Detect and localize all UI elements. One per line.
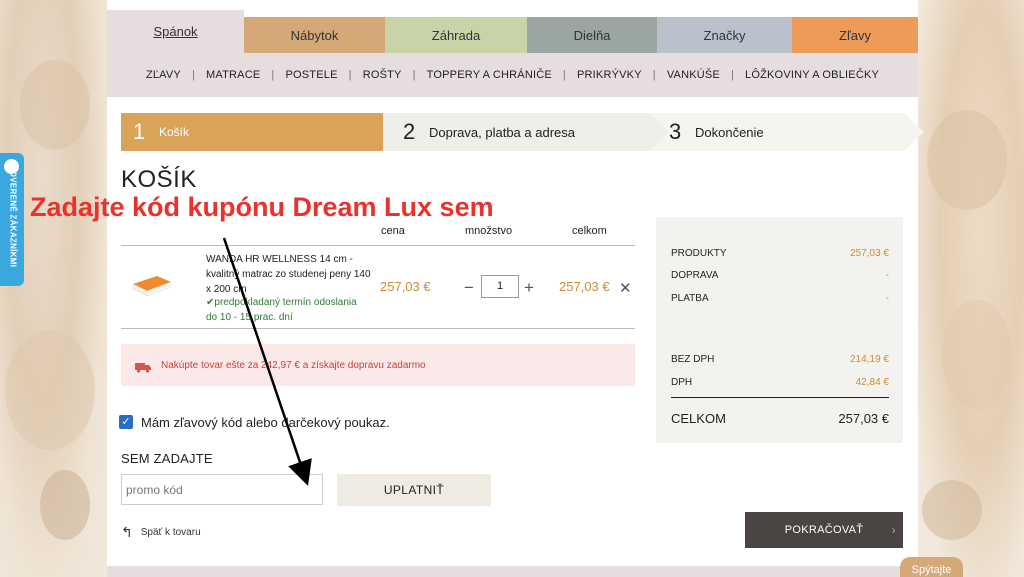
summary-row-shipping: DOPRAVA - [671,270,889,281]
product-name[interactable]: WANDA HR WELLNESS 14 cm - kvalitný matra… [206,252,374,297]
subnav-item-vankuse[interactable]: VANKÚŠE [656,69,731,81]
summary-row-net: BEZ DPH 214,19 € [671,354,889,365]
nav-tab-zlavy[interactable]: Zľavy [792,17,918,53]
summary-divider [671,397,889,398]
verified-badge-text: OVERENÉ ZÁKAZNÍKMI [8,170,18,268]
step-number: 1 [133,119,146,144]
quantity-decrease-button[interactable]: − [464,278,474,298]
step-number: 3 [669,119,682,144]
summary-total-label: CELKOM [671,411,726,426]
summary-label: DPH [671,377,693,388]
summary-value: 214,19 € [850,354,889,365]
subnav-item-rosty[interactable]: ROŠTY [352,69,413,81]
quantity-input[interactable]: 1 [481,275,519,298]
subnav-item-postele[interactable]: POSTELE [274,69,348,81]
summary-total-value: 257,03 € [838,411,889,426]
summary-value: 42,84 € [855,377,889,388]
background-right [917,0,1024,577]
coupon-checkbox-label[interactable]: Mám zľavový kód alebo darčekový poukaz. [141,415,390,430]
annotation-text: Zadajte kód kupónu Dream Lux sem [30,192,494,222]
checkout-page: Spánok Nábytok Záhrada Dielňa Značky Zľa… [107,0,924,577]
step-number: 2 [403,119,416,144]
back-arrow-icon: ↰ [121,524,133,540]
summary-row-vat: DPH 42,84 € [671,377,889,388]
summary-value: - [885,270,889,281]
table-divider [121,328,635,329]
sub-nav: ZĽAVY | MATRACE | POSTELE | ROŠTY | TOPPERY … [107,53,918,97]
column-header-total: celkom [572,225,607,237]
step-finish: 3 Dokončenie [649,113,924,151]
subnav-item-lozkoviny[interactable]: LÔŽKOVINY A OBLIEČKY [734,69,890,81]
summary-label: PLATBA [671,293,709,304]
nav-tab-znacky[interactable]: Značky [657,17,792,53]
free-shipping-text: Nakúpte tovar ešte za 242,97 € a získajt… [161,359,426,371]
summary-label: DOPRAVA [671,270,719,281]
summary-row-products: PRODUKTY 257,03 € [671,248,889,259]
line-total: 257,03 € [559,279,610,294]
quantity-increase-button[interactable]: + [524,278,534,298]
summary-label: BEZ DPH [671,354,715,365]
free-shipping-notice: Nakúpte tovar ešte za 242,97 € a získajt… [121,344,635,386]
summary-label: PRODUKTY [671,248,727,259]
remove-item-icon[interactable]: ✕ [619,279,632,297]
coupon-checkbox[interactable]: ✓ [119,415,133,429]
summary-value: - [885,293,889,304]
subnav-item-toppery[interactable]: TOPPERY A CHRÁNIČE [416,69,563,81]
column-header-price: cena [381,225,405,237]
step-shipping: 2 Doprava, platba a adresa [383,113,669,151]
background-left [0,0,107,577]
chevron-right-icon: › [891,523,896,537]
main-nav: Spánok Nábytok Záhrada Dielňa Značky Zľa… [107,10,918,53]
unit-price: 257,03 € [380,279,431,294]
coupon-heading: SEM ZADAJTE [121,451,213,466]
continue-button[interactable]: POKRAČOVAŤ › [745,512,903,548]
nav-tab-zahrada[interactable]: Záhrada [385,17,527,53]
step-label: Doprava, platba a adresa [429,124,575,140]
summary-value: 257,03 € [850,248,889,259]
product-image[interactable] [129,270,173,300]
table-divider [121,245,635,246]
apply-coupon-button[interactable]: UPLATNIŤ [337,474,491,506]
column-header-quantity: množstvo [465,225,513,237]
nav-tab-dielna[interactable]: Dielňa [527,17,657,53]
checkout-steps: 1 Košík 2 Doprava, platba a adresa 3 Dok… [121,113,924,151]
shipping-estimate: ✔predpokladaný termín odoslania do 10 - … [206,295,366,325]
nav-tab-spanok[interactable]: Spánok [107,10,244,53]
continue-label: POKRAČOVAŤ [784,524,864,536]
truck-icon [135,360,151,373]
summary-total: CELKOM 257,03 € [671,411,889,426]
step-label: Dokončenie [695,124,764,140]
page-title: KOŠÍK [121,166,197,193]
footer-strip [107,566,918,577]
subnav-item-zlavy[interactable]: ZĽAVY [135,69,192,81]
subnav-item-matrace[interactable]: MATRACE [195,69,271,81]
back-to-products-link[interactable]: ↰ Späť k tovaru [121,524,201,541]
summary-row-payment: PLATBA - [671,293,889,304]
ask-question-button[interactable]: Spýtajte [900,557,963,577]
verified-customers-badge[interactable]: OVERENÉ ZÁKAZNÍKMI [0,153,24,286]
shipping-estimate-text: predpokladaný termín odoslania do 10 - 1… [206,297,357,323]
subnav-item-prikryvky[interactable]: PRIKRÝVKY [566,69,653,81]
back-label: Späť k tovaru [140,527,201,538]
nav-tab-nabytok[interactable]: Nábytok [244,17,385,53]
promo-code-input[interactable] [121,474,323,505]
step-label: Košík [159,125,190,139]
step-cart: 1 Košík [121,113,403,151]
order-summary: PRODUKTY 257,03 € DOPRAVA - PLATBA - BEZ DP… [656,217,903,443]
